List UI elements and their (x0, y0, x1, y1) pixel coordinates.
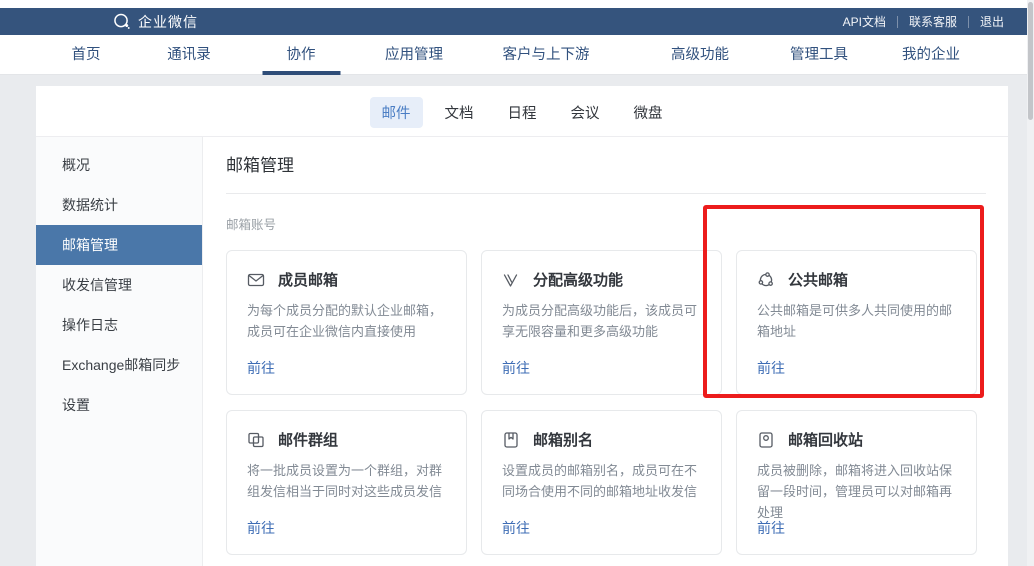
sidebar-item-send-receive[interactable]: 收发信管理 (36, 265, 202, 305)
topbar: 企业微信 API文档 联系客服 退出 (0, 8, 1034, 35)
card-head: 成员邮箱 (247, 269, 446, 290)
sidebar-item-mailbox-management[interactable]: 邮箱管理 (36, 225, 202, 265)
goto-link[interactable]: 前往 (502, 518, 530, 538)
cards-grid: 成员邮箱 为每个成员分配的默认企业邮箱，成员可在企业微信内直接使用 前往 (226, 250, 978, 566)
tab-docs[interactable]: 文档 (445, 102, 474, 123)
wecom-logo-icon (112, 12, 131, 31)
main-panel: 邮件 文档 日程 会议 微盘 概况 数据统计 邮箱管理 收发信管理 操作日志 E… (36, 86, 1008, 566)
page-title: 邮箱管理 (226, 151, 986, 193)
card-mail-group: 邮件群组 将一批成员设置为一个群组，对群组发信相当于同时对这些成员发信 前往 (226, 410, 467, 555)
sidebar-item-statistics[interactable]: 数据统计 (36, 185, 202, 225)
nav-item-advanced-features[interactable]: 高级功能 (671, 35, 729, 75)
goto-link[interactable]: 前往 (757, 518, 785, 538)
scrollbar-track[interactable] (1027, 0, 1034, 566)
card-title: 邮箱回收站 (788, 429, 863, 450)
envelope-icon (247, 271, 265, 289)
card-head: 邮件群组 (247, 429, 446, 450)
divider (968, 16, 969, 28)
sidebar-item-overview[interactable]: 概况 (36, 145, 202, 185)
tab-drive[interactable]: 微盘 (634, 102, 663, 123)
nav-item-app-management[interactable]: 应用管理 (385, 35, 443, 75)
top-strip (0, 0, 1034, 8)
sidebar-item-settings[interactable]: 设置 (36, 385, 202, 425)
card-description: 为每个成员分配的默认企业邮箱，成员可在企业微信内直接使用 (247, 300, 446, 342)
card-title: 分配高级功能 (533, 269, 623, 290)
recycle-box-icon (757, 431, 775, 449)
card-title: 邮件群组 (278, 429, 338, 450)
card-public-mailbox: 公共邮箱 公共邮箱是可供多人共同使用的邮箱地址 前往 (736, 250, 977, 395)
scrollbar-thumb[interactable] (1028, 2, 1033, 120)
nav-item-customers[interactable]: 客户与上下游 (503, 35, 590, 75)
section-label: 邮箱账号 (226, 214, 986, 233)
card-description: 公共邮箱是可供多人共同使用的邮箱地址 (757, 300, 956, 342)
card-head: 分配高级功能 (502, 269, 701, 290)
nav-item-my-company[interactable]: 我的企业 (902, 35, 960, 75)
card-description: 设置成员的邮箱别名，成员可在不同场合使用不同的邮箱地址收发信 (502, 460, 701, 502)
topbar-link-support[interactable]: 联系客服 (909, 13, 957, 30)
title-wrap: 邮箱管理 (226, 151, 986, 194)
card-mailbox-alias: 邮箱别名 设置成员的邮箱别名，成员可在不同场合使用不同的邮箱地址收发信 前往 (481, 410, 722, 555)
brand-name: 企业微信 (138, 12, 198, 32)
share-network-icon (757, 271, 775, 289)
sidebar-item-exchange-sync[interactable]: Exchange邮箱同步 (36, 345, 202, 385)
primary-nav: 首页 通讯录 协作 应用管理 客户与上下游 高级功能 管理工具 我的企业 (0, 35, 1034, 75)
nav-item-collaboration[interactable]: 协作 (287, 35, 316, 75)
overlapping-squares-icon (247, 431, 265, 449)
card-head: 邮箱回收站 (757, 429, 956, 450)
card-premium-features: 分配高级功能 为成员分配高级功能后，该成员可享无限容量和更多高级功能 前往 (481, 250, 722, 395)
card-title: 成员邮箱 (278, 269, 338, 290)
premium-v-icon (502, 271, 520, 289)
goto-link[interactable]: 前往 (757, 358, 785, 378)
tabstrip: 邮件 文档 日程 会议 微盘 (36, 86, 1008, 137)
card-head: 邮箱别名 (502, 429, 701, 450)
topbar-link-logout[interactable]: 退出 (980, 13, 1004, 30)
card-description: 为成员分配高级功能后，该成员可享无限容量和更多高级功能 (502, 300, 701, 342)
card-mailbox-recycle: 邮箱回收站 成员被删除，邮箱将进入回收站保留一段时间，管理员可以对邮箱再处理 前… (736, 410, 977, 555)
goto-link[interactable]: 前往 (247, 518, 275, 538)
card-title: 邮箱别名 (533, 429, 593, 450)
nav-item-home[interactable]: 首页 (72, 35, 101, 75)
nav-item-admin-tools[interactable]: 管理工具 (790, 35, 848, 75)
tab-calendar[interactable]: 日程 (508, 102, 537, 123)
topbar-link-api-docs[interactable]: API文档 (843, 13, 886, 30)
nav-item-contacts[interactable]: 通讯录 (167, 35, 211, 75)
goto-link[interactable]: 前往 (247, 358, 275, 378)
goto-link[interactable]: 前往 (502, 358, 530, 378)
brand: 企业微信 (112, 12, 198, 32)
divider (897, 16, 898, 28)
card-member-mailbox: 成员邮箱 为每个成员分配的默认企业邮箱，成员可在企业微信内直接使用 前往 (226, 250, 467, 395)
tab-meeting[interactable]: 会议 (571, 102, 600, 123)
content: 邮箱管理 邮箱账号 成员邮箱 为每个成员分配的默认企业邮箱，成员可在企 (204, 137, 1008, 566)
page: 企业微信 API文档 联系客服 退出 首页 通讯录 协作 应用管理 客户与上下游… (0, 0, 1034, 566)
card-description: 成员被删除，邮箱将进入回收站保留一段时间，管理员可以对邮箱再处理 (757, 460, 956, 523)
card-head: 公共邮箱 (757, 269, 956, 290)
topbar-links: API文档 联系客服 退出 (843, 13, 1004, 30)
tab-mail[interactable]: 邮件 (370, 97, 423, 128)
card-title: 公共邮箱 (788, 269, 848, 290)
sidebar-item-operation-log[interactable]: 操作日志 (36, 305, 202, 345)
sidebar: 概况 数据统计 邮箱管理 收发信管理 操作日志 Exchange邮箱同步 设置 (36, 137, 203, 566)
bookmark-doc-icon (502, 431, 520, 449)
card-description: 将一批成员设置为一个群组，对群组发信相当于同时对这些成员发信 (247, 460, 446, 502)
